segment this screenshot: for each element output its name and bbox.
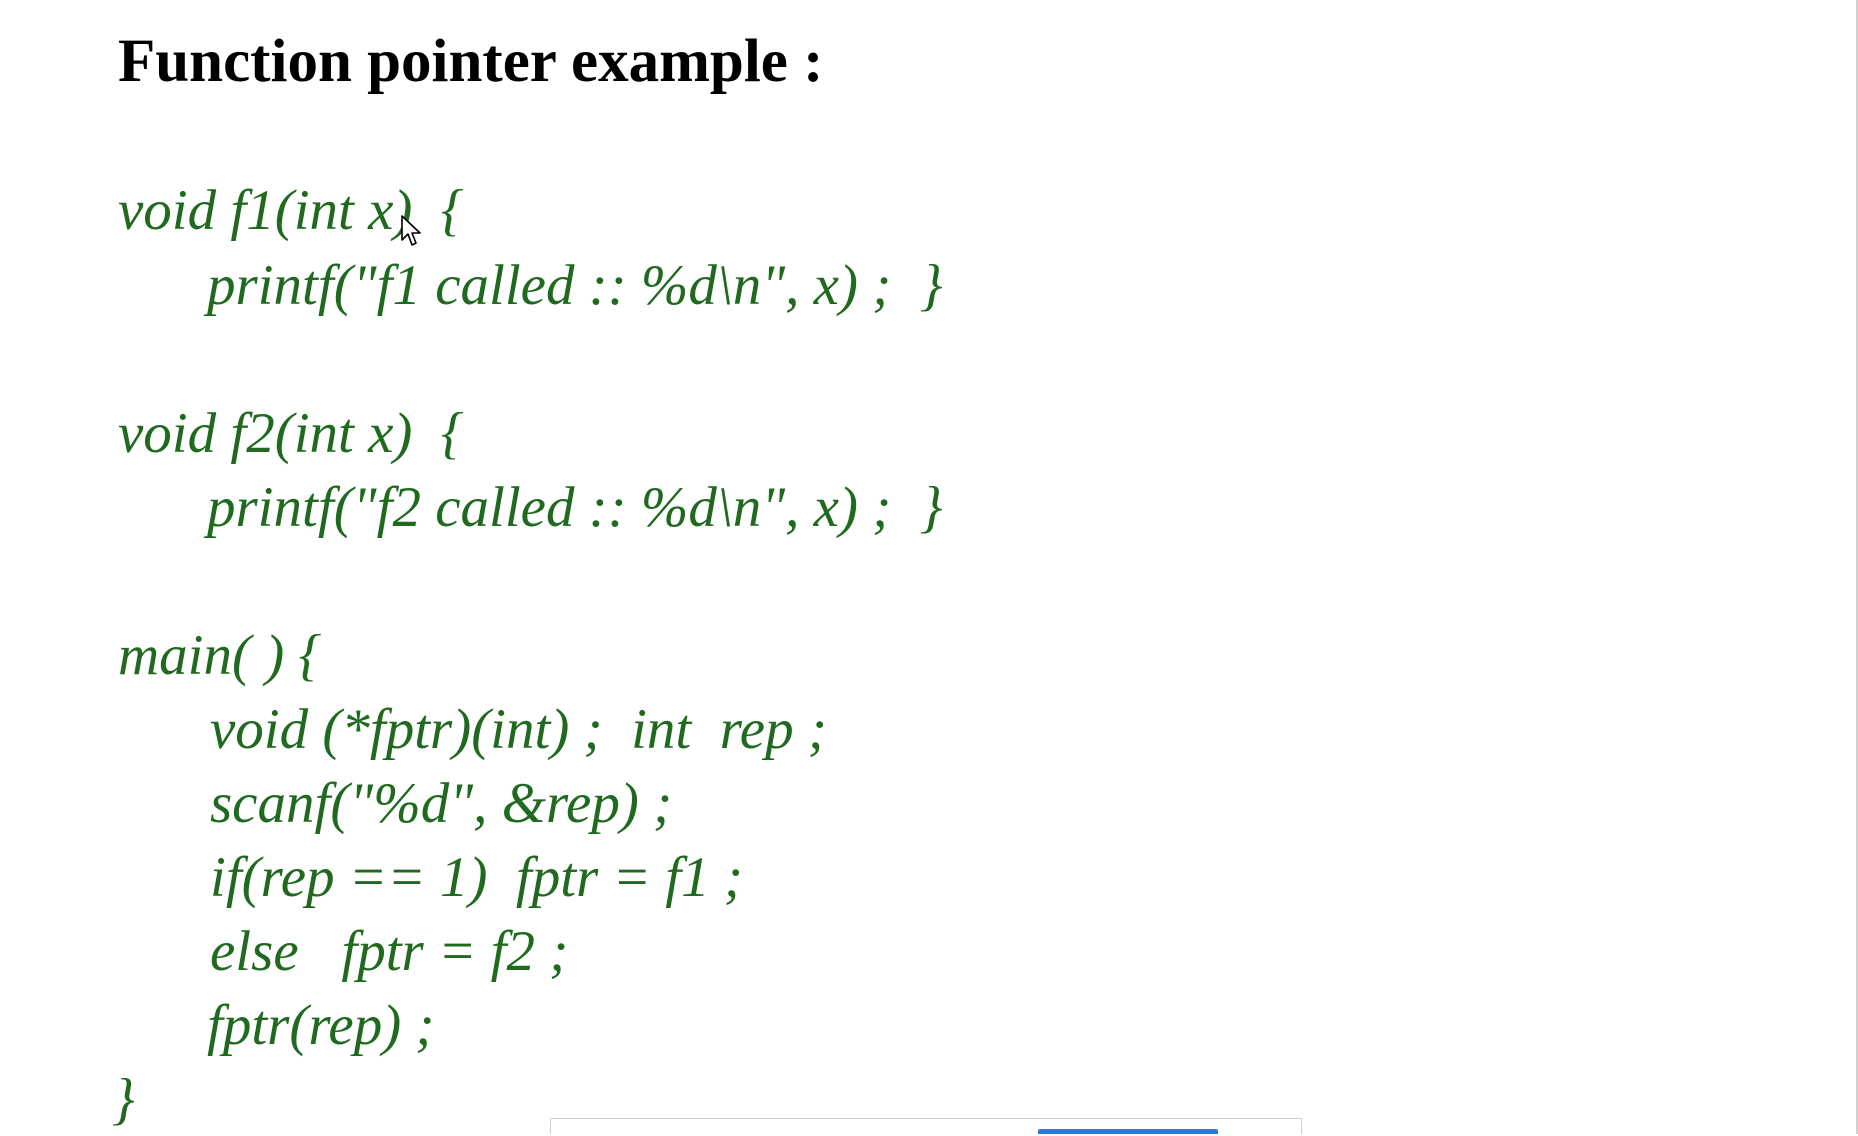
code-line: printf("f2 called :: %d\n", x) ; } — [207, 476, 943, 539]
code-line: else fptr = f2 ; — [210, 920, 569, 983]
code-line: scanf("%d", &rep) ; — [210, 772, 673, 835]
slide: Function pointer example : void f1(int x… — [0, 0, 1858, 1134]
code-line: } — [112, 1068, 135, 1131]
code-block: void f1(int x) { printf("f1 called :: %d… — [0, 0, 1858, 1134]
code-line: void f2(int x) { — [118, 402, 464, 465]
code-line: if(rep == 1) fptr = f1 ; — [210, 846, 743, 909]
code-line: printf("f1 called :: %d\n", x) ; } — [207, 254, 943, 317]
mouse-pointer-icon — [401, 215, 421, 246]
code-line: main( ) { — [118, 624, 322, 687]
code-line: fptr(rep) ; — [207, 994, 435, 1057]
code-line: void (*fptr)(int) ; int rep ; — [210, 698, 827, 761]
bottom-panel-accent-bar — [1038, 1129, 1218, 1134]
